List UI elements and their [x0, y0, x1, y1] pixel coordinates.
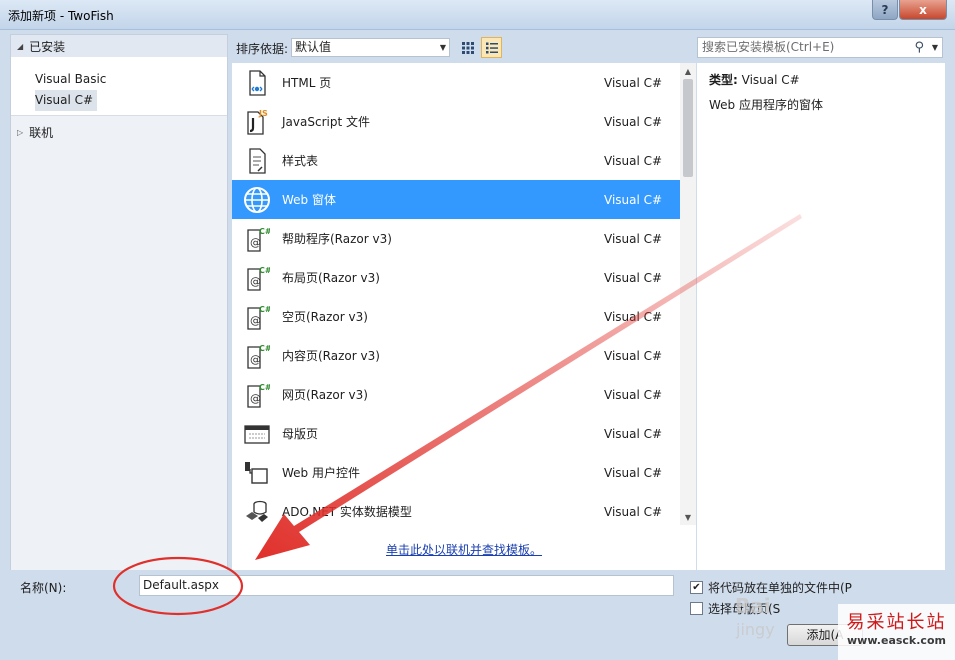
annotation-overlay — [112, 214, 802, 616]
site-watermark-name: 易采站长站 — [846, 612, 947, 633]
baidu-watermark: Bai — [735, 594, 771, 618]
annotation-arrow — [255, 214, 802, 560]
annotation-ellipse — [112, 556, 244, 616]
jingyan-watermark: jingy — [736, 620, 775, 639]
site-watermark: 易采站长站 www.easck.com — [838, 604, 955, 660]
site-watermark-url: www.easck.com — [847, 634, 946, 647]
